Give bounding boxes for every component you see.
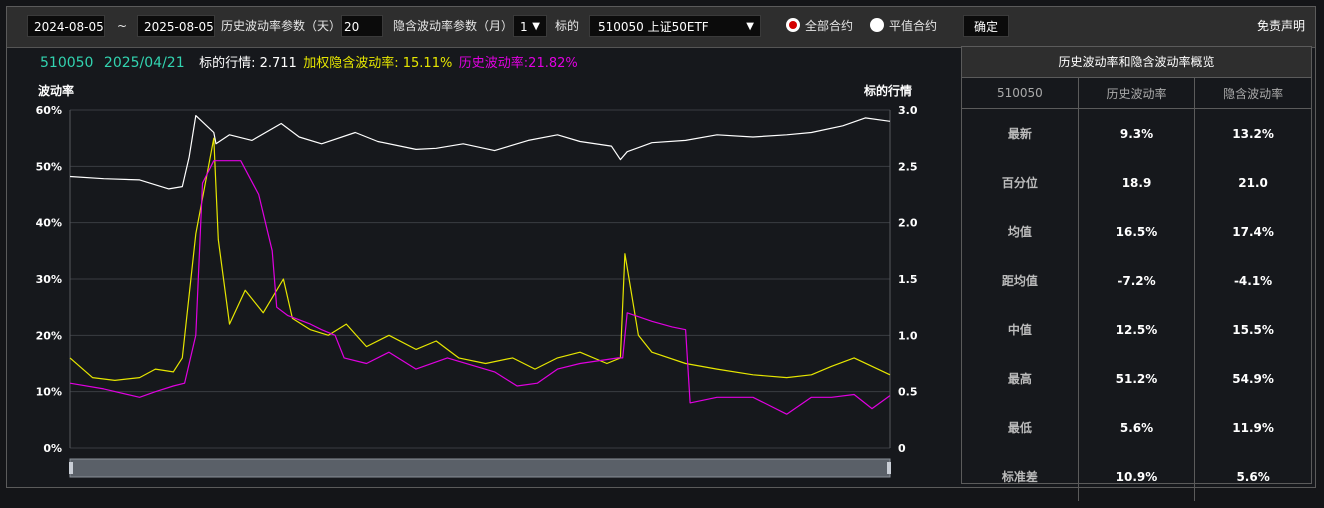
y-right-tick-label: 1.0	[898, 329, 918, 342]
y-left-tick-label: 60%	[36, 104, 62, 117]
stats-row-label: 距均值	[962, 256, 1079, 305]
stats-row: 标准差 10.9% 5.6%	[962, 452, 1311, 501]
series-line-1	[69, 137, 891, 381]
stats-row: 百分位 18.9 21.0	[962, 158, 1311, 207]
stats-row-label: 均值	[962, 207, 1079, 256]
y-right-tick-label: 0.5	[898, 386, 918, 399]
stats-header-row: 510050 历史波动率 隐含波动率	[962, 78, 1311, 109]
y-right-tick-label: 0	[898, 442, 906, 455]
stats-iv-value: 15.5%	[1232, 322, 1274, 337]
stats-hv-value: 10.9%	[1078, 452, 1196, 501]
stats-iv-value: 5.6%	[1236, 469, 1270, 484]
y-right-tick-label: 2.5	[898, 160, 918, 173]
stats-row-label: 中值	[962, 305, 1079, 354]
range-handle-right	[887, 462, 891, 474]
stats-row: 中值 12.5% 15.5%	[962, 305, 1311, 354]
stats-row-label: 最新	[962, 108, 1079, 158]
y-left-tick-label: 20%	[36, 329, 62, 342]
stats-title: 历史波动率和隐含波动率概览	[962, 47, 1311, 78]
y-right-tick-label: 1.5	[898, 273, 918, 286]
stats-iv-value: 21.0	[1238, 175, 1268, 190]
stats-header: 510050	[962, 78, 1079, 109]
y-left-tick-label: 0%	[43, 442, 62, 455]
stats-hv-value: -7.2%	[1078, 256, 1196, 305]
disclaimer-link[interactable]: 免责声明	[1257, 15, 1305, 37]
stats-row-label: 百分位	[962, 158, 1079, 207]
stats-iv-value: 13.2%	[1232, 126, 1274, 141]
stats-row: 距均值 -7.2% -4.1%	[962, 256, 1311, 305]
y-left-tick-label: 10%	[36, 386, 62, 399]
stats-row-label: 最高	[962, 354, 1079, 403]
confirm-button[interactable]: 确定	[963, 15, 1009, 37]
volatility-chart: 0% 0 10% 0.5 20% 1.0 30% 1.5 40% 2.0 50% 2.5 60% 3.0	[36, 104, 918, 478]
range-slider	[69, 458, 891, 478]
stats-hv-value: 18.9	[1078, 158, 1196, 207]
y-left-tick-label: 50%	[36, 160, 62, 173]
stats-iv-value: 11.9%	[1232, 420, 1274, 435]
y-right-tick-label: 2.0	[898, 217, 918, 230]
y-left-tick-label: 40%	[36, 217, 62, 230]
series-line-0	[69, 114, 891, 190]
stats-row-label: 最低	[962, 403, 1079, 452]
y-right-tick-label: 3.0	[898, 104, 918, 117]
stats-hv-value: 9.3%	[1078, 108, 1196, 158]
range-handle-left	[69, 462, 73, 474]
stats-iv-value: 54.9%	[1232, 371, 1274, 386]
stats-header: 历史波动率	[1078, 78, 1196, 109]
stats-hv-value: 12.5%	[1078, 305, 1196, 354]
stats-row: 最高 51.2% 54.9%	[962, 354, 1311, 403]
stats-iv-value: 17.4%	[1232, 224, 1274, 239]
stats-iv-value: -4.1%	[1233, 273, 1273, 288]
stats-hv-value: 5.6%	[1078, 403, 1196, 452]
stats-panel: 历史波动率和隐含波动率概览 510050 历史波动率 隐含波动率 最新 9.3% 1…	[961, 46, 1312, 501]
stats-hv-value: 51.2%	[1078, 354, 1196, 403]
stats-row: 最新 9.3% 13.2%	[962, 108, 1311, 158]
stats-hv-value: 16.5%	[1078, 207, 1196, 256]
stats-row: 均值 16.5% 17.4%	[962, 207, 1311, 256]
stats-table: 510050 历史波动率 隐含波动率 最新 9.3% 13.2% 百分位 18.9 21.…	[962, 78, 1311, 501]
stats-row: 最低 5.6% 11.9%	[962, 403, 1311, 452]
y-left-tick-label: 30%	[36, 273, 62, 286]
stats-row-label: 标准差	[962, 452, 1079, 501]
stats-header: 隐含波动率	[1194, 78, 1311, 109]
